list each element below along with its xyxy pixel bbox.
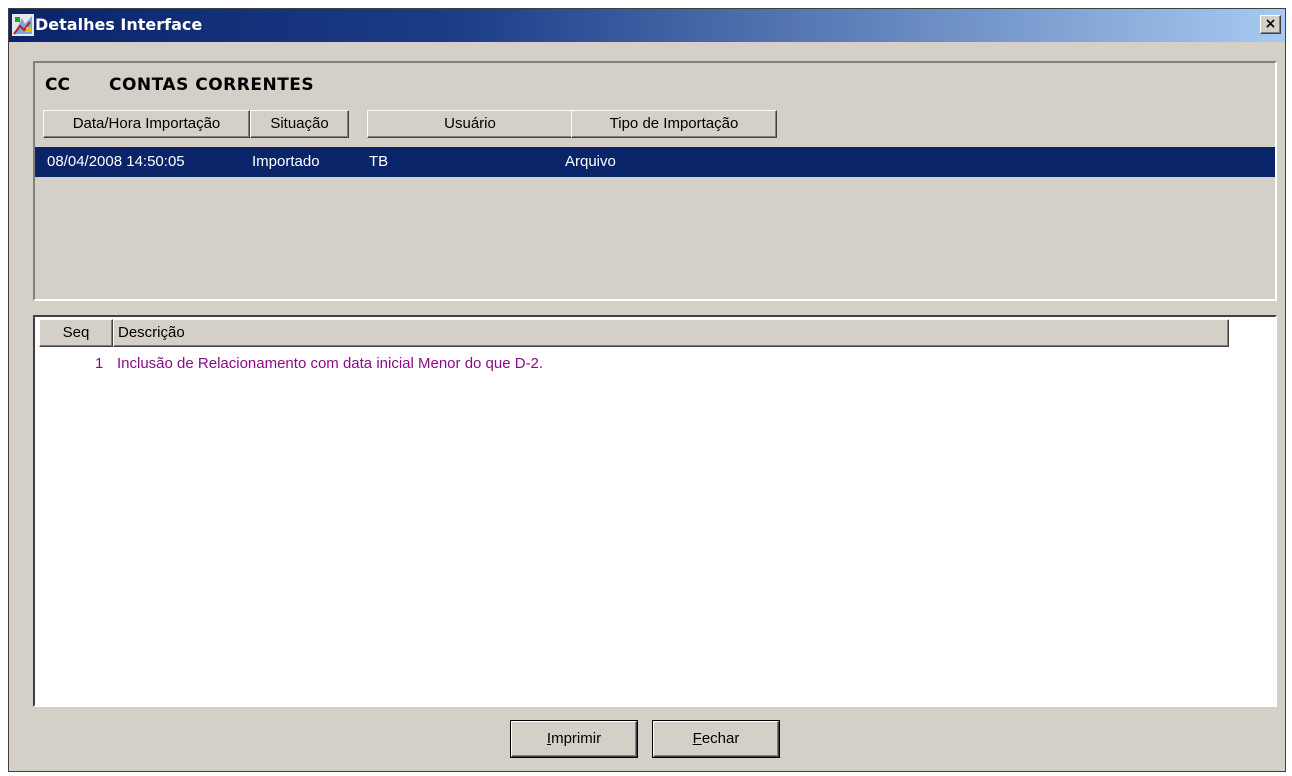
dialog-window: Detalhes Interface × CC CONTAS CORRENTES… bbox=[8, 8, 1286, 772]
close-mnemonic: F bbox=[692, 730, 702, 747]
close-label: echar bbox=[701, 730, 740, 747]
title-bar[interactable]: Detalhes Interface × bbox=[9, 9, 1285, 42]
cell-user: TB bbox=[369, 153, 389, 170]
print-button[interactable]: Imprimir bbox=[511, 721, 637, 757]
window-title: Detalhes Interface bbox=[35, 15, 203, 34]
cell-import-type: Arquivo bbox=[565, 153, 616, 170]
column-header-seq[interactable]: Seq bbox=[39, 319, 113, 347]
cell-description: Inclusão de Relacionamento com data inic… bbox=[117, 355, 544, 372]
import-panel: CC CONTAS CORRENTES Data/Hora Importação… bbox=[33, 61, 1277, 301]
print-label: mprimir bbox=[551, 730, 602, 747]
close-button[interactable]: Fechar bbox=[653, 721, 779, 757]
cell-status: Importado bbox=[252, 153, 320, 170]
list-item[interactable]: 1 Inclusão de Relacionamento com data in… bbox=[35, 355, 1235, 377]
interface-name: CONTAS CORRENTES bbox=[109, 75, 315, 95]
cell-date-time: 08/04/2008 14:50:05 bbox=[47, 153, 185, 170]
table-row[interactable]: 08/04/2008 14:50:05 Importado TB Arquivo bbox=[35, 147, 1275, 177]
cell-seq: 1 bbox=[95, 355, 104, 372]
column-header-date-time[interactable]: Data/Hora Importação bbox=[43, 110, 250, 138]
column-header-user[interactable]: Usuário bbox=[367, 110, 573, 138]
details-panel: Seq Descrição 1 Inclusão de Relacionamen… bbox=[33, 315, 1277, 707]
app-icon bbox=[12, 14, 34, 36]
column-header-import-type[interactable]: Tipo de Importação bbox=[571, 110, 777, 138]
column-header-description[interactable]: Descrição bbox=[113, 319, 1229, 347]
column-header-status[interactable]: Situação bbox=[250, 110, 349, 138]
close-icon[interactable]: × bbox=[1260, 15, 1281, 34]
interface-code: CC bbox=[45, 75, 70, 95]
